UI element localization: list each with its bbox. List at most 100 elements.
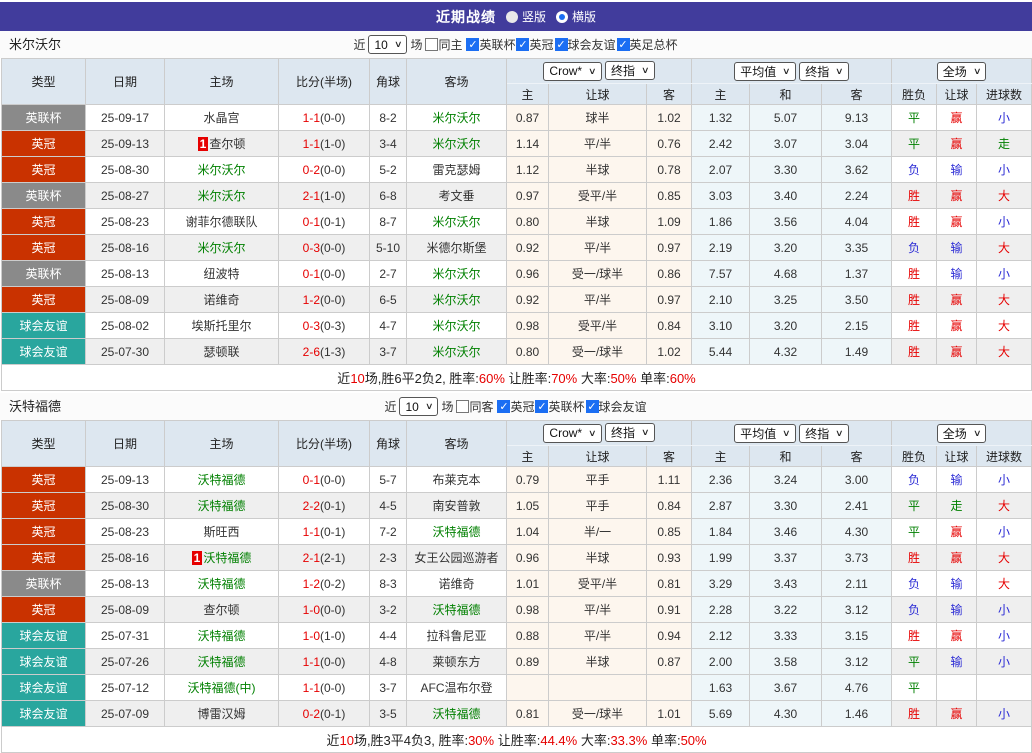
avg-select[interactable]: 平均值 ∨ [734,423,796,443]
match-type-badge: 球会友谊 [1,674,86,701]
checkbox-checked-icon[interactable]: ✓ [497,400,511,413]
handicap-odds-value: 0.91 [645,596,693,623]
league-filter[interactable]: ✓ 英足总杯 [616,36,678,53]
scope-select[interactable]: 全场 ∨ [936,61,987,81]
odds-time-select-value: 终指 [805,64,830,79]
match-row: 英冠 25-08-09 查尔顿 1-0(0-0) 3-2 沃特福德 0.98 平/半 0.91 2… [1,596,1032,623]
radio-unselected-icon[interactable] [505,10,518,23]
fulltime-score: 0-1 [302,472,320,487]
bookmaker-select[interactable]: Crow* ∨ [543,423,602,443]
halftime-score: (1-0) [320,628,346,643]
fulltime-score: 1-1 [302,110,320,125]
away-team-cell: 米尔沃尔 [406,130,507,157]
team-name: AFC温布尔登 [420,681,493,695]
result-flag: 大 [976,312,1032,339]
odds-time-select[interactable]: 终指 ∨ [799,61,849,81]
corner-score: 2-3 [369,544,407,571]
bookmaker-select[interactable]: Crow* ∨ [543,61,602,81]
europe-avg-odds-value: 3.00 [821,466,893,493]
team-name: 查尔顿 [203,603,240,617]
subcol-home-odds: 主 [506,83,549,105]
handicap-odds-value: 受平/半 [548,312,647,339]
handicap-odds-value: 受平/半 [548,570,647,597]
avg-select[interactable]: 平均值 ∨ [734,61,796,81]
match-type-badge: 英冠 [1,208,86,235]
summary-segment: 场,胜6平2负2, 胜率: [364,371,479,386]
match-count-select[interactable]: 10 ∨ [368,35,408,54]
league-filter[interactable]: ✓ 球会友谊 [585,398,647,415]
fulltime-score: 1-2 [302,292,320,307]
radio-selected-icon[interactable] [556,10,568,23]
corner-score: 3-4 [369,130,407,157]
result-flag: 胜 [891,182,938,209]
league-filter-label: 英冠 [529,38,554,52]
handicap-odds-value: 0.89 [506,648,549,675]
away-team-cell: 沃特福德 [406,700,507,727]
handicap-odds-value: 0.96 [506,260,549,287]
europe-avg-odds-value: 2.19 [691,234,751,261]
score-cell: 2-2(0-1) [278,492,370,519]
europe-avg-odds-value: 3.33 [749,622,823,649]
match-count-select[interactable]: 10 ∨ [399,397,439,416]
europe-odds-group: 平均值 ∨ 终指 ∨ [691,58,893,84]
same-venue-checkbox[interactable]: 同主 [425,36,462,53]
checkbox-checked-icon[interactable]: ✓ [616,38,630,51]
summary-segment: 近 [326,733,340,748]
home-team-cell: 米尔沃尔 [164,182,279,209]
checkbox-checked-icon[interactable]: ✓ [466,38,480,51]
halftime-score: (0-1) [320,214,346,229]
checkbox-checked-icon[interactable]: ✓ [585,400,599,413]
europe-avg-odds-value: 7.57 [691,260,751,287]
away-team-cell: 米尔沃尔 [406,312,507,339]
results-table: 类型 日期 主场 比分(半场) 角球 客场 Crow* ∨ 终指 ∨ 平均值 ∨ 终指… [0,420,1032,753]
score-cell: 0-1(0-0) [278,260,370,287]
checkbox-checked-icon[interactable]: ✓ [516,38,530,51]
checkbox-unchecked-icon[interactable] [425,38,439,51]
fulltime-score: 1-1 [302,680,320,695]
same-venue-checkbox[interactable]: 同客 [456,398,493,415]
handicap-odds-value: 球半 [548,104,647,131]
radio-horizontal-layout[interactable]: 横版 [556,8,596,25]
corner-score: 3-7 [369,674,407,701]
result-flag: 输 [936,466,978,493]
result-flag: 负 [891,234,938,261]
col-away: 客场 [406,420,507,467]
league-filter[interactable]: ✓ 英联杯 [535,398,585,415]
match-row: 球会友谊 25-07-26 沃特福德 1-1(0-0) 4-8 莱顿东方 0.89 半球 0.8… [1,648,1032,675]
summary-segment: 10 [350,371,365,386]
home-team-cell: 沃特福德 [164,622,279,649]
odds-time-select[interactable]: 终指 ∨ [799,423,849,443]
match-row: 英联杯 25-08-13 纽波特 0-1(0-0) 2-7 米尔沃尔 0.96 受一/球半 0.… [1,260,1032,287]
scope-select[interactable]: 全场 ∨ [936,423,987,443]
europe-avg-odds-value: 2.12 [691,622,751,649]
league-filter[interactable]: ✓ 英冠 [516,36,554,53]
summary-segment: 50% [680,733,707,748]
league-filter[interactable]: ✓ 英冠 [497,398,534,415]
odds-time-select[interactable]: 终指 ∨ [605,61,655,81]
team-name: 谢菲尔德联队 [185,215,258,229]
team-name: 沃特福德 [197,655,246,669]
fulltime-score: 2-1 [302,188,320,203]
checkbox-unchecked-icon[interactable] [456,400,470,413]
match-row: 球会友谊 25-08-02 埃斯托里尔 0-3(0-3) 4-7 米尔沃尔 0.98 受平/半… [1,312,1032,339]
europe-avg-odds-value: 4.68 [749,260,823,287]
match-row: 英冠 25-09-13 沃特福德 0-1(0-0) 5-7 布莱克本 0.79 平手 1.11 2… [1,466,1032,493]
summary-segment: 让胜率: [504,371,552,386]
checkbox-checked-icon[interactable]: ✓ [535,400,549,413]
away-team-cell: 米尔沃尔 [406,338,507,365]
result-flag: 胜 [891,208,938,235]
result-flag: 小 [976,156,1032,183]
radio-vertical-layout[interactable]: 竖版 [505,8,546,25]
odds-time-select[interactable]: 终指 ∨ [605,423,655,443]
fulltime-score: 2-2 [302,498,320,513]
team-name: 沃特福德 [197,499,246,513]
match-date: 25-07-12 [85,674,165,701]
match-type-badge: 英冠 [1,596,86,623]
league-filter[interactable]: ✓ 英联杯 [466,36,515,53]
checkbox-checked-icon[interactable]: ✓ [554,38,568,51]
halftime-score: (0-0) [320,472,346,487]
league-filter[interactable]: ✓ 球会友谊 [554,36,616,53]
corner-score: 3-2 [369,596,407,623]
europe-avg-odds-value: 3.46 [749,518,823,545]
europe-avg-odds-value: 3.30 [749,492,823,519]
